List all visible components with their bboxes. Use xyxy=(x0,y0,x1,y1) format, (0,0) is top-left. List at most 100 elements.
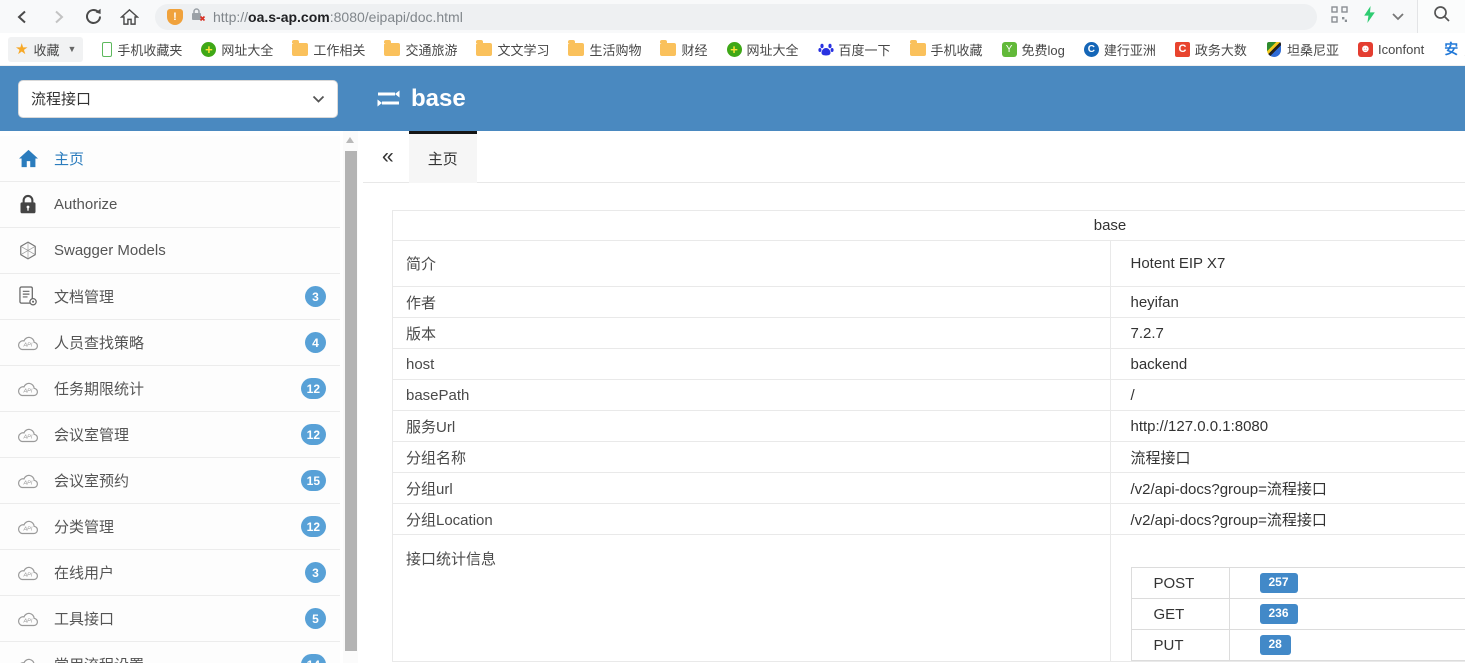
sidebar-item-api-group[interactable]: API 会议室管理 12 xyxy=(0,412,340,458)
api-cloud-icon: API xyxy=(15,427,41,443)
api-cloud-icon: API xyxy=(15,381,41,397)
count-badge: 15 xyxy=(300,470,326,491)
nav-plus-icon: + xyxy=(726,41,742,57)
sidebar-item-doc-manage[interactable]: 文档管理 3 xyxy=(0,274,340,320)
bank-icon: C xyxy=(1083,41,1099,57)
svg-text:API: API xyxy=(22,388,32,394)
table-row: basePath / xyxy=(392,379,1465,411)
api-cloud-icon: API xyxy=(15,565,41,581)
svg-text:API: API xyxy=(22,434,32,440)
group-select[interactable]: 流程接口 xyxy=(18,79,338,118)
bookmark-item[interactable]: + 网址大全 xyxy=(201,40,273,59)
bookmark-item[interactable]: 手机收藏 xyxy=(909,39,983,59)
sidebar-item-authorize[interactable]: Authorize xyxy=(0,182,340,228)
folder-icon xyxy=(476,39,493,56)
table-row: 简介 Hotent EIP X7 xyxy=(392,240,1465,287)
folder-icon xyxy=(384,39,401,56)
count-badge: 3 xyxy=(305,562,326,583)
count-badge: 14 xyxy=(300,654,326,663)
table-row: 分组Location/v2/api-docs?group=流程接口 xyxy=(392,503,1465,535)
document-gear-icon xyxy=(15,286,41,307)
sidebar-item-api-group[interactable]: API 人员查找策略 4 xyxy=(0,320,340,366)
folder-icon xyxy=(909,39,926,56)
bookmarks-bar: ★ 收藏 ▼ 手机收藏夹 + 网址大全 工作相关 交通旅游 文文学习 生活购物 财经 … xyxy=(0,33,1465,66)
sidebar-item-api-group[interactable]: API 会议室预约 15 xyxy=(0,458,340,504)
url-text: http://oa.s-ap.com:8080/eipapi/doc.html xyxy=(213,8,463,25)
api-cloud-icon: API xyxy=(15,519,41,535)
bookmark-item[interactable]: Y 免费log xyxy=(1001,40,1065,59)
main-panel: « 主页 base 简介 Hotent EIP X7 作者 heyifan 版本 7.… xyxy=(363,130,1465,663)
green-logo-icon: Y xyxy=(1001,41,1017,57)
sidebar-item-api-group[interactable]: API 在线用户 3 xyxy=(0,550,340,596)
method-count-badge: 28 xyxy=(1259,635,1291,655)
count-badge: 12 xyxy=(300,378,326,399)
folder-icon xyxy=(292,39,309,56)
sidebar: 主页 Authorize Swagger Models 文档管理 3 API 人员… xyxy=(0,131,340,663)
browser-window: ! http://oa.s-ap.com:8080/eipapi/doc.htm… xyxy=(0,0,1465,663)
bookmark-item[interactable]: C 建行亚洲 xyxy=(1083,40,1156,59)
toolbar-chevron-down-icon[interactable] xyxy=(1391,8,1405,26)
bookmark-item[interactable]: 财经 xyxy=(660,39,708,59)
page-title: base xyxy=(376,85,466,113)
qr-code-icon[interactable] xyxy=(1331,5,1348,28)
browser-toolbar: ! http://oa.s-ap.com:8080/eipapi/doc.htm… xyxy=(0,0,1465,33)
bookmark-item[interactable]: 生活购物 xyxy=(568,39,641,59)
count-badge: 4 xyxy=(305,332,326,353)
table-row: 分组url/v2/api-docs?group=流程接口 xyxy=(392,472,1465,504)
sidebar-item-api-group[interactable]: API 工具接口 5 xyxy=(0,596,340,642)
select-chevron-down-icon xyxy=(312,95,325,103)
forward-button[interactable] xyxy=(49,8,67,26)
bookmark-favorites[interactable]: ★ 收藏 ▼ xyxy=(8,36,84,62)
emblem-icon xyxy=(1266,41,1281,57)
stats-row: GET 236 xyxy=(1130,598,1465,630)
api-cloud-icon: API xyxy=(15,473,41,489)
sidebar-item-home[interactable]: 主页 xyxy=(0,136,340,182)
caret-down-icon: ▼ xyxy=(67,44,77,54)
bookmark-item[interactable]: 文文学习 xyxy=(476,39,549,59)
home-button[interactable] xyxy=(120,8,139,26)
flash-icon[interactable] xyxy=(1363,5,1376,28)
bookmark-item[interactable]: ☻ Iconfont xyxy=(1357,41,1424,57)
svg-text:API: API xyxy=(22,572,32,578)
method-count-badge: 236 xyxy=(1259,604,1298,624)
tab-home[interactable]: 主页 xyxy=(408,130,477,183)
an-icon: 安 xyxy=(1444,41,1459,57)
sidebar-item-api-group[interactable]: API 任务期限统计 12 xyxy=(0,366,340,412)
sidebar-item-swagger-models[interactable]: Swagger Models xyxy=(0,228,340,274)
star-icon: ★ xyxy=(15,40,29,58)
stats-row: POST 257 xyxy=(1130,567,1465,599)
home-content: base 简介 Hotent EIP X7 作者 heyifan 版本 7.2.7 h… xyxy=(363,183,1465,662)
bookmark-item[interactable]: + 网址大全 xyxy=(726,40,799,59)
home-icon xyxy=(15,149,41,168)
bookmark-item[interactable]: 工作相关 xyxy=(292,39,365,59)
group-select-value: 流程接口 xyxy=(31,91,92,108)
reload-button[interactable] xyxy=(84,7,103,26)
bookmark-item[interactable]: C 政务大数 xyxy=(1174,40,1247,59)
api-cloud-icon: API xyxy=(15,335,41,351)
bookmark-item[interactable]: 交通旅游 xyxy=(384,39,457,59)
bookmark-item[interactable]: 安购OK卡 xyxy=(1443,40,1465,59)
scrollbar-thumb[interactable] xyxy=(344,151,357,651)
bookmark-item[interactable]: 百度一下 xyxy=(817,40,891,59)
red-c-icon: C xyxy=(1174,41,1190,57)
sidebar-item-api-group[interactable]: API 分类管理 12 xyxy=(0,504,340,550)
address-bar[interactable]: ! http://oa.s-ap.com:8080/eipapi/doc.htm… xyxy=(155,3,1317,30)
scrollbar-up-arrow-icon[interactable] xyxy=(346,137,354,143)
security-warning-icon[interactable]: ! xyxy=(167,8,183,25)
skull-icon: ☻ xyxy=(1357,41,1373,57)
search-icon[interactable] xyxy=(1433,5,1451,28)
method-count-badge: 257 xyxy=(1259,573,1298,593)
table-row: host backend xyxy=(392,348,1465,380)
bookmark-item[interactable]: 坦桑尼亚 xyxy=(1266,40,1339,59)
table-row: 作者 heyifan xyxy=(392,286,1465,318)
sidebar-item-api-group[interactable]: API 常用流程设置14 xyxy=(0,642,340,663)
sidebar-scrollbar[interactable] xyxy=(343,131,358,663)
count-badge: 12 xyxy=(300,516,326,537)
lock-icon xyxy=(15,194,41,215)
bookmark-item[interactable]: 手机收藏夹 xyxy=(102,40,182,59)
insecure-lock-icon[interactable] xyxy=(190,7,206,27)
back-button[interactable] xyxy=(14,8,32,26)
folder-icon xyxy=(568,39,585,56)
collapse-sidebar-button[interactable]: « xyxy=(382,146,394,167)
search-panel[interactable] xyxy=(1417,0,1465,33)
